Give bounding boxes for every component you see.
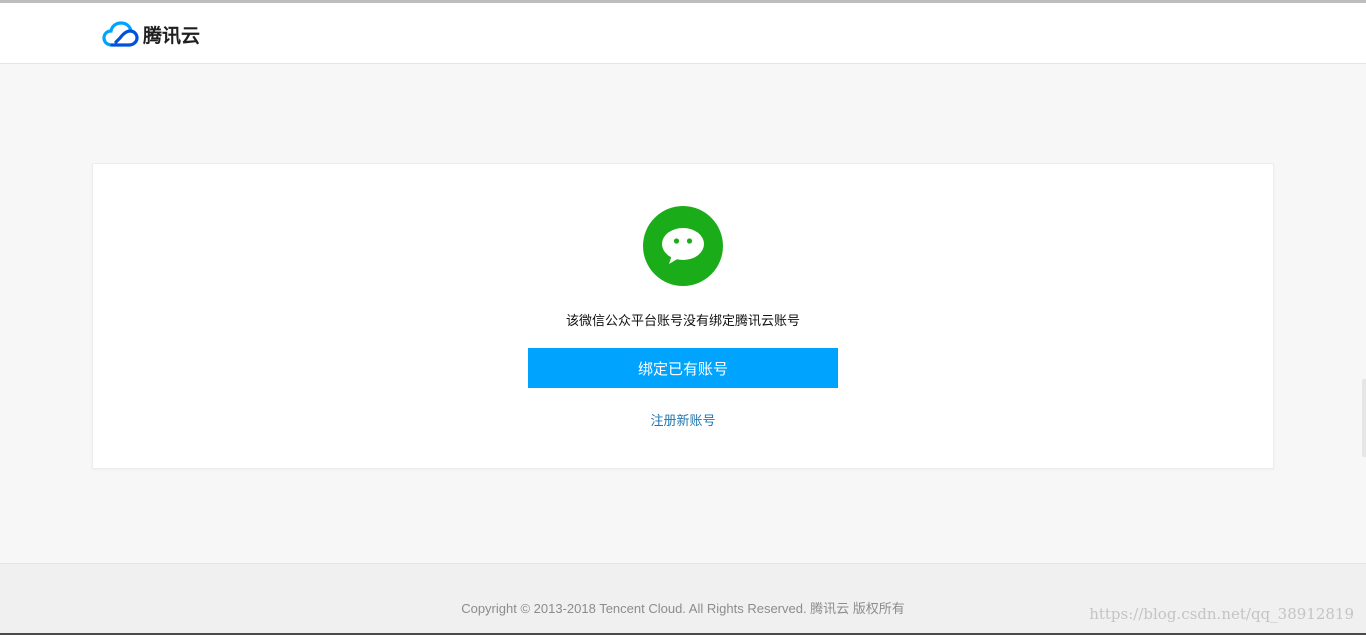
unbound-message: 该微信公众平台账号没有绑定腾讯云账号 <box>565 314 800 329</box>
tencent-cloud-icon <box>102 20 139 48</box>
top-header: 腾讯云 <box>0 3 1366 64</box>
side-feedback-tab[interactable] <box>1362 379 1366 457</box>
brand-logo[interactable]: 腾讯云 <box>102 19 200 49</box>
register-new-account-link[interactable]: 注册新账号 <box>93 410 1273 429</box>
brand-name: 腾讯云 <box>143 24 201 47</box>
watermark-text: https://blog.csdn.net/qq_38912819 <box>1089 605 1354 623</box>
main-area: 该微信公众平台账号没有绑定腾讯云账号 绑定已有账号 注册新账号 <box>0 64 1366 563</box>
page-footer: Copyright © 2013-2018 Tencent Cloud. All… <box>0 563 1366 635</box>
bind-existing-account-button[interactable]: 绑定已有账号 <box>528 348 838 388</box>
binding-card: 该微信公众平台账号没有绑定腾讯云账号 绑定已有账号 注册新账号 <box>92 163 1274 469</box>
wechat-icon <box>643 206 723 286</box>
